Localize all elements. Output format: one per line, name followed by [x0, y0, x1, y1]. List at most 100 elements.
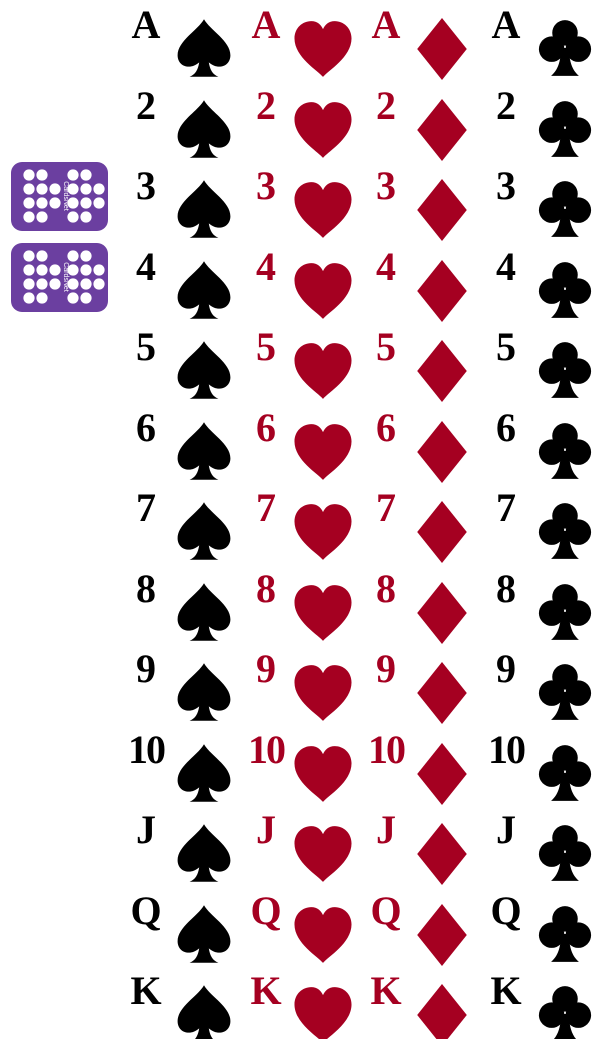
rank-a-diamonds[interactable]: A	[356, 5, 416, 45]
club-icon[interactable]	[536, 501, 594, 561]
rank-2-clubs[interactable]: 2	[476, 85, 536, 126]
rank-a-spades[interactable]: A	[116, 5, 176, 45]
diamond-icon[interactable]	[416, 18, 468, 80]
rank-4-spades[interactable]: 4	[116, 246, 176, 287]
rank-j-hearts[interactable]: J	[236, 810, 296, 850]
heart-icon[interactable]	[292, 99, 354, 161]
spade-icon[interactable]	[174, 662, 234, 722]
spade-icon[interactable]	[174, 904, 234, 964]
diamond-icon[interactable]	[416, 420, 468, 483]
heart-icon[interactable]	[292, 582, 354, 644]
club-icon[interactable]	[536, 743, 594, 803]
rank-3-diamonds[interactable]: 3	[356, 166, 416, 206]
rank-8-diamonds[interactable]: 8	[356, 568, 416, 609]
rank-8-clubs[interactable]: 8	[476, 568, 536, 609]
heart-icon[interactable]	[292, 340, 354, 402]
rank-2-hearts[interactable]: 2	[236, 85, 296, 126]
rank-10-diamonds[interactable]: 10	[356, 729, 416, 770]
rank-k-hearts[interactable]: K	[236, 971, 296, 1011]
spade-icon[interactable]	[174, 984, 234, 1039]
rank-4-diamonds[interactable]: 4	[356, 246, 416, 287]
club-icon[interactable]	[536, 984, 594, 1039]
rank-j-clubs[interactable]: J	[476, 810, 536, 850]
rank-5-diamonds[interactable]: 5	[356, 327, 416, 367]
spade-icon[interactable]	[174, 823, 234, 883]
rank-k-clubs[interactable]: K	[476, 971, 536, 1011]
diamond-icon[interactable]	[416, 501, 468, 563]
diamond-icon[interactable]	[416, 179, 468, 241]
rank-6-clubs[interactable]: 6	[476, 407, 536, 448]
heart-icon[interactable]	[292, 18, 354, 80]
club-icon[interactable]	[536, 260, 594, 320]
spade-icon[interactable]	[174, 421, 234, 481]
rank-6-spades[interactable]: 6	[116, 407, 176, 448]
club-icon[interactable]	[536, 99, 594, 159]
diamond-icon[interactable]	[416, 903, 468, 966]
rank-7-diamonds[interactable]: 7	[356, 488, 416, 528]
club-icon[interactable]	[536, 340, 594, 400]
rank-3-clubs[interactable]: 3	[476, 166, 536, 206]
rank-6-hearts[interactable]: 6	[236, 407, 296, 448]
rank-q-clubs[interactable]: Q	[476, 890, 536, 931]
diamond-icon[interactable]	[416, 823, 468, 885]
club-icon[interactable]	[536, 421, 594, 481]
rank-7-clubs[interactable]: 7	[476, 488, 536, 528]
rank-a-hearts[interactable]: A	[236, 5, 296, 45]
club-icon[interactable]	[536, 823, 594, 883]
spade-icon[interactable]	[174, 501, 234, 561]
spade-icon[interactable]	[174, 260, 234, 320]
rank-q-spades[interactable]: Q	[116, 890, 176, 931]
rank-9-clubs[interactable]: 9	[476, 649, 536, 689]
diamond-icon[interactable]	[416, 742, 468, 805]
heart-icon[interactable]	[292, 984, 354, 1039]
rank-10-spades[interactable]: 10	[116, 729, 176, 770]
club-icon[interactable]	[536, 18, 594, 78]
rank-2-spades[interactable]: 2	[116, 85, 176, 126]
spade-icon[interactable]	[174, 99, 234, 159]
club-icon[interactable]	[536, 582, 594, 642]
diamond-icon[interactable]	[416, 984, 468, 1039]
spade-icon[interactable]	[174, 179, 234, 239]
spade-icon[interactable]	[174, 340, 234, 400]
rank-q-hearts[interactable]: Q	[236, 890, 296, 931]
diamond-icon[interactable]	[416, 581, 468, 644]
rank-5-hearts[interactable]: 5	[236, 327, 296, 367]
diamond-icon[interactable]	[416, 259, 468, 322]
rank-q-diamonds[interactable]: Q	[356, 890, 416, 931]
deck-button-1[interactable]: CardsNet	[11, 162, 108, 231]
diamond-icon[interactable]	[416, 340, 468, 402]
rank-k-spades[interactable]: K	[116, 971, 176, 1011]
heart-icon[interactable]	[292, 743, 354, 805]
rank-a-clubs[interactable]: A	[476, 5, 536, 45]
rank-k-diamonds[interactable]: K	[356, 971, 416, 1011]
club-icon[interactable]	[536, 904, 594, 964]
rank-10-hearts[interactable]: 10	[236, 729, 296, 770]
rank-3-hearts[interactable]: 3	[236, 166, 296, 206]
rank-j-spades[interactable]: J	[116, 810, 176, 850]
heart-icon[interactable]	[292, 501, 354, 563]
heart-icon[interactable]	[292, 904, 354, 966]
diamond-icon[interactable]	[416, 662, 468, 724]
rank-9-diamonds[interactable]: 9	[356, 649, 416, 689]
rank-2-diamonds[interactable]: 2	[356, 85, 416, 126]
heart-icon[interactable]	[292, 421, 354, 483]
heart-icon[interactable]	[292, 179, 354, 241]
rank-7-spades[interactable]: 7	[116, 488, 176, 528]
rank-7-hearts[interactable]: 7	[236, 488, 296, 528]
deck-button-2[interactable]: CardsNet	[11, 243, 108, 312]
spade-icon[interactable]	[174, 18, 234, 78]
diamond-icon[interactable]	[416, 98, 468, 161]
spade-icon[interactable]	[174, 743, 234, 803]
heart-icon[interactable]	[292, 662, 354, 724]
rank-6-diamonds[interactable]: 6	[356, 407, 416, 448]
club-icon[interactable]	[536, 662, 594, 722]
rank-9-spades[interactable]: 9	[116, 649, 176, 689]
rank-j-diamonds[interactable]: J	[356, 810, 416, 850]
heart-icon[interactable]	[292, 260, 354, 322]
heart-icon[interactable]	[292, 823, 354, 885]
rank-3-spades[interactable]: 3	[116, 166, 176, 206]
rank-4-clubs[interactable]: 4	[476, 246, 536, 287]
rank-8-spades[interactable]: 8	[116, 568, 176, 609]
rank-4-hearts[interactable]: 4	[236, 246, 296, 287]
rank-9-hearts[interactable]: 9	[236, 649, 296, 689]
